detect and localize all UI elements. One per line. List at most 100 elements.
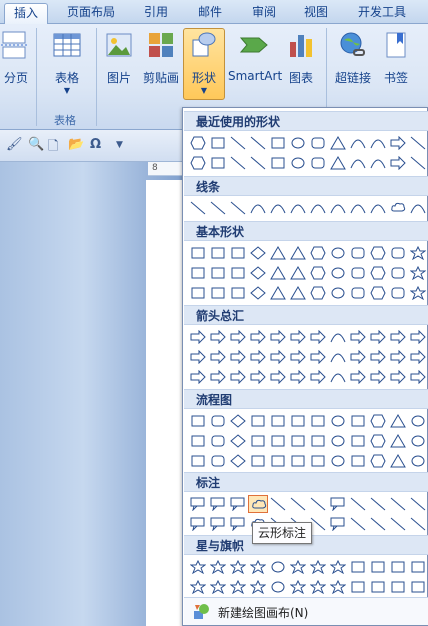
diamond-shape-icon[interactable] <box>228 452 248 470</box>
arrow-shape-icon[interactable] <box>408 368 428 386</box>
rrect-shape-icon[interactable] <box>388 264 408 282</box>
rect-shape-icon[interactable] <box>228 284 248 302</box>
rect-shape-icon[interactable] <box>208 244 228 262</box>
arrow-shape-icon[interactable] <box>268 368 288 386</box>
new-canvas-menu-item[interactable]: 新建绘图画布(N) <box>184 597 428 625</box>
cloud-shape-icon[interactable] <box>388 199 408 217</box>
diamond-shape-icon[interactable] <box>228 432 248 450</box>
rect-shape-icon[interactable] <box>348 452 368 470</box>
curve-shape-icon[interactable] <box>408 199 428 217</box>
oval-shape-icon[interactable] <box>328 284 348 302</box>
callout-shape-icon[interactable] <box>228 495 248 513</box>
star-shape-icon[interactable] <box>188 558 208 576</box>
smartart-button[interactable]: SmartArt <box>228 30 282 83</box>
tri-shape-icon[interactable] <box>288 264 308 282</box>
oval-shape-icon[interactable] <box>328 412 348 430</box>
oval-shape-icon[interactable] <box>328 244 348 262</box>
page-break-button[interactable]: 分页 <box>0 30 32 86</box>
oval-shape-icon[interactable] <box>288 134 308 152</box>
rect-shape-icon[interactable] <box>268 412 288 430</box>
symbol-omega-icon[interactable]: Ω <box>90 137 101 152</box>
oval-shape-icon[interactable] <box>408 412 428 430</box>
arrow-shape-icon[interactable] <box>388 154 408 172</box>
curve-shape-icon[interactable] <box>368 154 388 172</box>
star-shape-icon[interactable] <box>288 558 308 576</box>
line-shape-icon[interactable] <box>388 495 408 513</box>
arrow-shape-icon[interactable] <box>228 348 248 366</box>
oval-shape-icon[interactable] <box>328 432 348 450</box>
star-shape-icon[interactable] <box>408 284 428 302</box>
curve-shape-icon[interactable] <box>328 368 348 386</box>
rect-shape-icon[interactable] <box>348 578 368 596</box>
star-shape-icon[interactable] <box>208 558 228 576</box>
star-shape-icon[interactable] <box>208 578 228 596</box>
diamond-shape-icon[interactable] <box>248 244 268 262</box>
rect-shape-icon[interactable] <box>248 432 268 450</box>
tab-page-layout[interactable]: 页面布局 <box>60 3 122 24</box>
oval-shape-icon[interactable] <box>288 154 308 172</box>
rect-shape-icon[interactable] <box>348 412 368 430</box>
rrect-shape-icon[interactable] <box>388 244 408 262</box>
line-shape-icon[interactable] <box>228 199 248 217</box>
rrect-shape-icon[interactable] <box>208 452 228 470</box>
arrow-shape-icon[interactable] <box>248 328 268 346</box>
rrect-shape-icon[interactable] <box>308 154 328 172</box>
rect-shape-icon[interactable] <box>288 452 308 470</box>
arrow-shape-icon[interactable] <box>348 348 368 366</box>
oval-shape-icon[interactable] <box>408 452 428 470</box>
rect-shape-icon[interactable] <box>348 432 368 450</box>
hex-shape-icon[interactable] <box>368 244 388 262</box>
line-shape-icon[interactable] <box>248 154 268 172</box>
callout-shape-icon[interactable] <box>188 495 208 513</box>
rect-shape-icon[interactable] <box>228 244 248 262</box>
rect-shape-icon[interactable] <box>188 264 208 282</box>
callout-shape-icon[interactable] <box>188 515 208 533</box>
picture-button[interactable]: 图片 <box>102 30 136 86</box>
new-document-icon[interactable]: 🗋 <box>48 137 58 159</box>
arrow-shape-icon[interactable] <box>248 368 268 386</box>
oval-shape-icon[interactable] <box>328 264 348 282</box>
curve-shape-icon[interactable] <box>328 348 348 366</box>
tri-shape-icon[interactable] <box>388 412 408 430</box>
arrow-shape-icon[interactable] <box>388 134 408 152</box>
arrow-shape-icon[interactable] <box>308 368 328 386</box>
line-shape-icon[interactable] <box>188 199 208 217</box>
line-shape-icon[interactable] <box>408 515 428 533</box>
rect-shape-icon[interactable] <box>388 578 408 596</box>
oval-shape-icon[interactable] <box>268 558 288 576</box>
arrow-shape-icon[interactable] <box>388 348 408 366</box>
tri-shape-icon[interactable] <box>388 432 408 450</box>
tri-shape-icon[interactable] <box>388 452 408 470</box>
curve-shape-icon[interactable] <box>368 199 388 217</box>
line-shape-icon[interactable] <box>408 154 428 172</box>
rect-shape-icon[interactable] <box>248 452 268 470</box>
curve-shape-icon[interactable] <box>348 199 368 217</box>
rrect-shape-icon[interactable] <box>308 134 328 152</box>
callout-shape-icon[interactable] <box>328 495 348 513</box>
shapes-button-content[interactable]: 形状 ▼ <box>184 30 224 95</box>
table-button[interactable]: 表格 ▼ <box>48 30 86 95</box>
arrow-shape-icon[interactable] <box>288 368 308 386</box>
star-shape-icon[interactable] <box>308 558 328 576</box>
rect-shape-icon[interactable] <box>188 284 208 302</box>
arrow-shape-icon[interactable] <box>368 328 388 346</box>
hyperlink-button[interactable]: 超链接 <box>332 30 374 86</box>
arrow-shape-icon[interactable] <box>348 368 368 386</box>
rrect-shape-icon[interactable] <box>348 284 368 302</box>
line-shape-icon[interactable] <box>288 495 308 513</box>
tab-references[interactable]: 引用 <box>136 3 176 24</box>
arrow-shape-icon[interactable] <box>208 368 228 386</box>
arrow-shape-icon[interactable] <box>368 348 388 366</box>
diamond-shape-icon[interactable] <box>248 284 268 302</box>
tab-mailings[interactable]: 邮件 <box>190 3 230 24</box>
clipart-button[interactable]: 剪贴画 <box>140 30 182 86</box>
tri-shape-icon[interactable] <box>288 284 308 302</box>
document-page[interactable] <box>146 180 185 626</box>
rect-shape-icon[interactable] <box>308 452 328 470</box>
rect-shape-icon[interactable] <box>388 558 408 576</box>
line-shape-icon[interactable] <box>208 199 228 217</box>
oval-shape-icon[interactable] <box>408 432 428 450</box>
curve-shape-icon[interactable] <box>268 199 288 217</box>
customize-toolbar-icon[interactable]: ▼ <box>116 140 123 150</box>
arrow-shape-icon[interactable] <box>368 368 388 386</box>
